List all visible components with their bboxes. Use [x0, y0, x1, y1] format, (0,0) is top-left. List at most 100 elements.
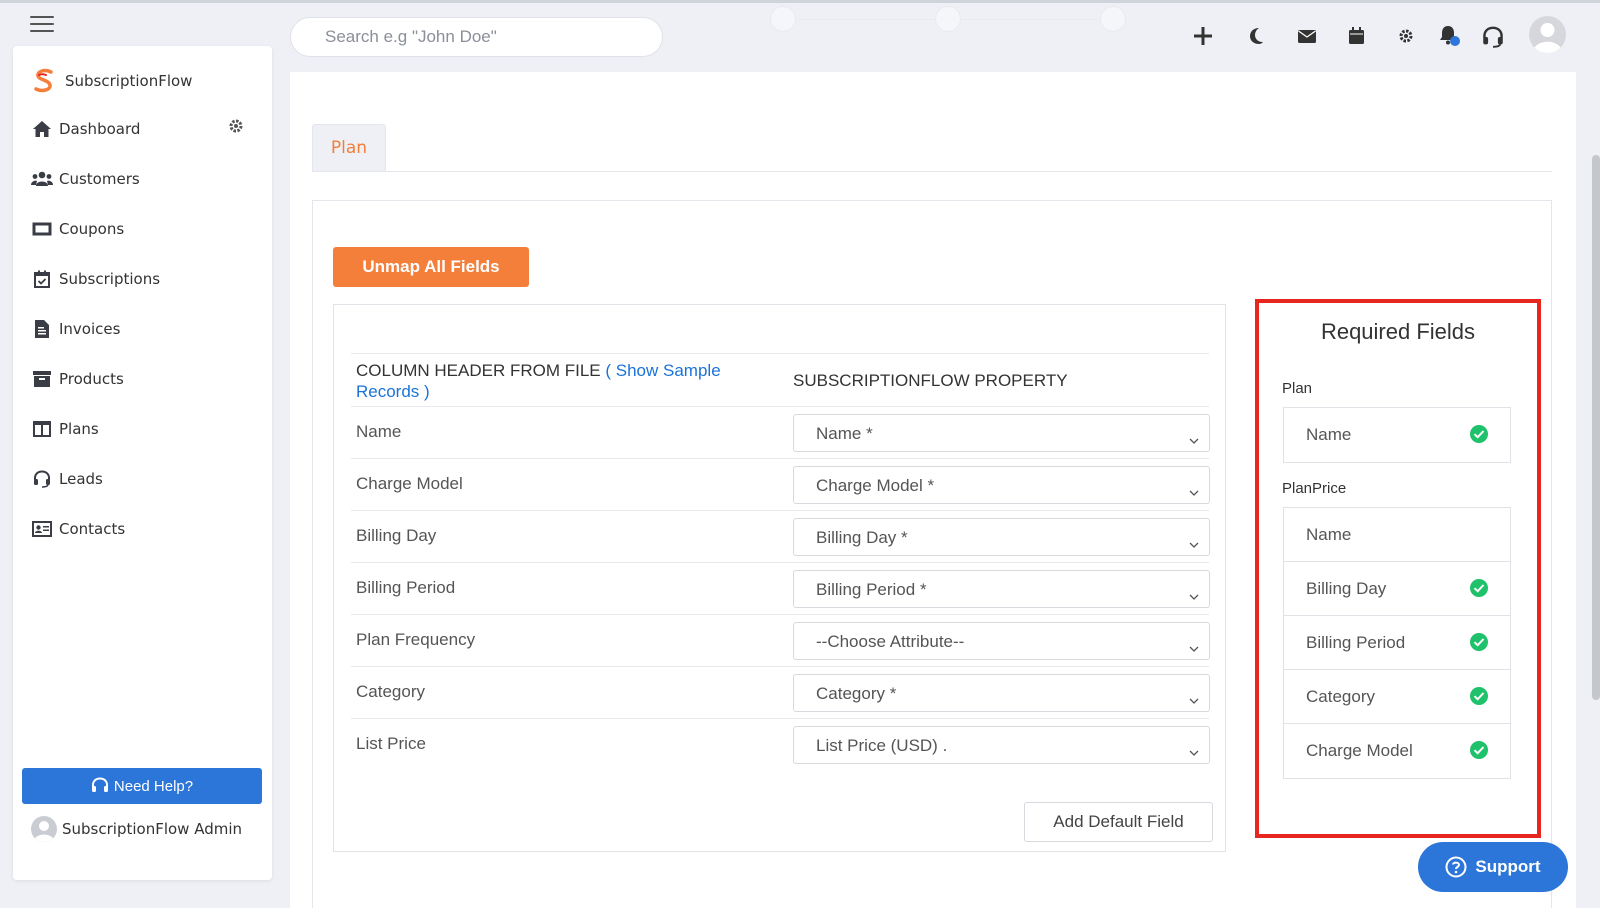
check-circle-icon — [1470, 741, 1488, 763]
table-row: Charge Model Charge Model * — [351, 459, 1210, 511]
admin-name: SubscriptionFlow Admin — [62, 820, 243, 838]
chevron-down-icon — [1189, 429, 1199, 448]
sidebar-item-label: Customers — [59, 170, 140, 188]
notification-badge — [1450, 36, 1460, 46]
sidebar-item-plans[interactable]: Plans — [13, 404, 272, 454]
required-field-label: Billing Period — [1306, 633, 1406, 652]
column-header-from-file: COLUMN HEADER FROM FILE ( Show Sample Re… — [356, 360, 756, 402]
file-column-label: Billing Period — [356, 578, 456, 597]
sidebar-item-contacts[interactable]: Contacts — [13, 504, 272, 554]
chevron-down-icon — [1189, 585, 1199, 604]
headset-icon[interactable] — [1482, 26, 1504, 48]
required-field-label: Billing Day — [1306, 579, 1387, 598]
required-field-label: Name — [1306, 525, 1352, 544]
need-help-label: Need Help? — [113, 777, 194, 795]
users-icon — [31, 168, 53, 190]
dashboard-settings-gear-icon[interactable] — [228, 118, 244, 138]
ticket-icon — [31, 218, 53, 240]
file-column-label: Name — [356, 422, 402, 441]
sidebar-item-label: Dashboard — [59, 120, 141, 138]
list-item: Name — [1284, 408, 1510, 462]
menu-toggle-icon[interactable] — [30, 16, 54, 34]
mail-icon[interactable] — [1298, 30, 1316, 43]
table-row: Category Category * — [351, 667, 1210, 719]
selected-value: List Price (USD) . — [816, 736, 948, 755]
page-scrollbar[interactable] — [1592, 155, 1600, 700]
selected-value: --Choose Attribute-- — [816, 632, 965, 651]
table-row: Billing Day Billing Day * — [351, 511, 1210, 563]
property-select[interactable]: --Choose Attribute-- — [793, 622, 1210, 660]
sidebar-item-label: Contacts — [59, 520, 126, 538]
columns-icon — [31, 418, 53, 440]
need-help-button[interactable]: Need Help? — [22, 768, 262, 804]
bell-icon[interactable] — [1438, 25, 1462, 51]
table-row: List Price List Price (USD) . — [351, 719, 1210, 771]
list-item: Billing Day — [1284, 562, 1510, 616]
admin-user[interactable]: SubscriptionFlow Admin — [31, 816, 242, 842]
list-item: Charge Model — [1284, 724, 1510, 778]
selected-value: Name * — [816, 424, 873, 443]
gear-icon[interactable] — [1398, 28, 1414, 44]
required-field-label: Charge Model — [1306, 741, 1413, 760]
sidebar-item-coupons[interactable]: Coupons — [13, 204, 272, 254]
file-column-label: Charge Model — [356, 474, 463, 493]
subscriptionflow-property-header: SUBSCRIPTIONFLOW PROPERTY — [793, 371, 1068, 390]
table-row: Plan Frequency --Choose Attribute-- — [351, 615, 1210, 667]
table-header: COLUMN HEADER FROM FILE ( Show Sample Re… — [351, 353, 1209, 407]
sidebar-item-leads[interactable]: Leads — [13, 454, 272, 504]
sidebar-item-products[interactable]: Products — [13, 354, 272, 404]
user-avatar-icon[interactable] — [1529, 16, 1566, 53]
file-column-label: Plan Frequency — [356, 630, 476, 649]
invoice-icon — [31, 318, 53, 340]
subscriptionflow-logo-icon — [34, 68, 53, 93]
property-select[interactable]: Billing Day * — [793, 518, 1210, 556]
chevron-down-icon — [1189, 741, 1199, 760]
check-circle-icon — [1470, 633, 1488, 655]
calendar-icon[interactable] — [1349, 27, 1364, 44]
tab-plan[interactable]: Plan — [312, 124, 386, 171]
sidebar-item-label: Subscriptions — [59, 270, 161, 288]
calendar-check-icon — [31, 268, 53, 290]
property-select[interactable]: Name * — [793, 414, 1210, 452]
list-item: Billing Period — [1284, 616, 1510, 670]
sidebar-item-customers[interactable]: Customers — [13, 154, 272, 204]
faded-progress-steps — [770, 4, 1130, 54]
unmap-all-fields-button[interactable]: Unmap All Fields — [333, 247, 529, 287]
chevron-down-icon — [1189, 637, 1199, 656]
file-column-label: Billing Day — [356, 526, 437, 545]
step-dot — [935, 6, 961, 32]
property-select[interactable]: Billing Period * — [793, 570, 1210, 608]
headset-icon — [31, 468, 53, 490]
step-dot — [1100, 6, 1126, 32]
sidebar-item-subscriptions[interactable]: Subscriptions — [13, 254, 272, 304]
file-column-label: List Price — [356, 734, 426, 753]
property-select[interactable]: List Price (USD) . — [793, 726, 1210, 764]
moon-icon[interactable] — [1248, 27, 1264, 45]
required-field-label: Name — [1306, 425, 1352, 444]
property-select[interactable]: Charge Model * — [793, 466, 1210, 504]
column-header-label: COLUMN HEADER FROM FILE — [356, 361, 601, 380]
list-item: Name — [1284, 508, 1510, 562]
sidebar-item-invoices[interactable]: Invoices — [13, 304, 272, 354]
chevron-down-icon — [1189, 689, 1199, 708]
sidebar-item-label: Leads — [59, 470, 103, 488]
check-circle-icon — [1470, 687, 1488, 709]
list-item: Category — [1284, 670, 1510, 724]
plus-icon[interactable] — [1193, 26, 1213, 46]
selected-value: Charge Model * — [816, 476, 935, 495]
id-card-icon — [31, 518, 53, 540]
selected-value: Category * — [816, 684, 897, 703]
table-row: Name Name * — [351, 407, 1210, 459]
required-group-label-planprice: PlanPrice — [1282, 480, 1347, 497]
field-mapping-table: COLUMN HEADER FROM FILE ( Show Sample Re… — [333, 304, 1226, 852]
search-input[interactable] — [290, 17, 663, 57]
property-select[interactable]: Category * — [793, 674, 1210, 712]
add-default-field-button[interactable]: Add Default Field — [1024, 802, 1213, 842]
sidebar-item-dashboard[interactable]: Dashboard — [13, 104, 272, 154]
required-group-label-plan: Plan — [1282, 380, 1313, 397]
file-column-label: Category — [356, 682, 425, 701]
brand[interactable]: SubscriptionFlow — [31, 68, 192, 94]
sidebar-item-label: Invoices — [59, 320, 121, 338]
support-button[interactable]: Support — [1418, 842, 1568, 892]
required-field-label: Category — [1306, 687, 1375, 706]
